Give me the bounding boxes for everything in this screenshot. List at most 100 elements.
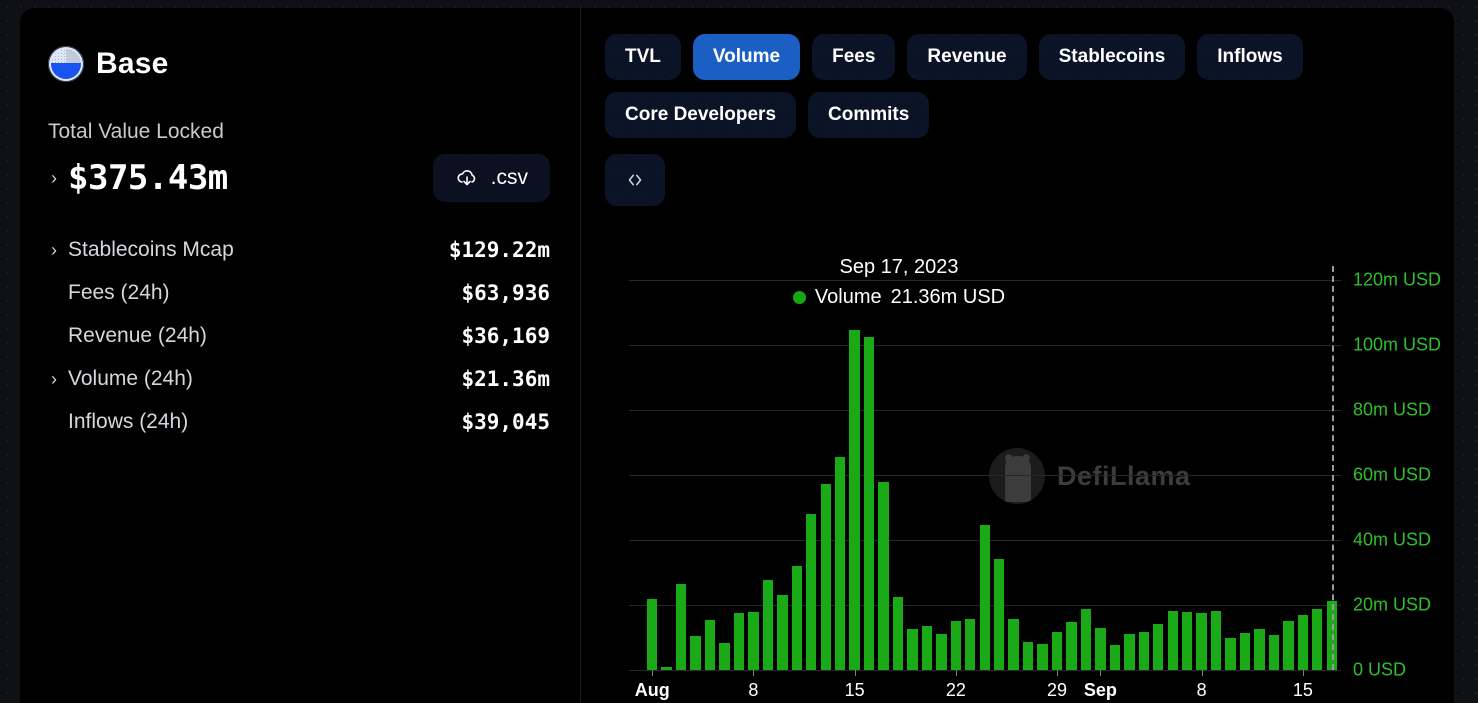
y-axis-tick-label: 120m USD xyxy=(1353,269,1442,290)
chart-bar[interactable] xyxy=(1196,613,1207,670)
embed-code-icon xyxy=(628,174,642,186)
x-axis-tick-label: 8 xyxy=(748,680,759,700)
chart-bar[interactable] xyxy=(892,597,904,670)
chart-bar[interactable] xyxy=(1051,631,1063,670)
chain-summary-sidebar: Base Total Value Locked › $375.43m .csv xyxy=(20,8,580,703)
tab-volume[interactable]: Volume xyxy=(692,34,801,80)
chart-bar[interactable] xyxy=(1326,600,1337,670)
chart-bar[interactable] xyxy=(1153,623,1164,670)
x-axis-tick-label: 8 xyxy=(1196,680,1207,700)
stat-label: Stablecoins Mcap xyxy=(68,237,234,261)
tab-tvl[interactable]: TVL xyxy=(605,34,681,80)
stat-row-stablecoins-mcap[interactable]: › Stablecoins Mcap $129.22m xyxy=(48,228,550,271)
chart-bar[interactable] xyxy=(1080,608,1092,670)
tab-commits[interactable]: Commits xyxy=(808,92,930,138)
chart-gridline xyxy=(629,345,1341,346)
chart-bar[interactable] xyxy=(791,566,802,670)
chart-bar[interactable] xyxy=(647,599,658,670)
chart-gridline xyxy=(629,670,1341,671)
chart-bar[interactable] xyxy=(1239,632,1251,670)
chart-bar[interactable] xyxy=(921,626,933,670)
y-axis-tick-label: 60m USD xyxy=(1353,464,1432,485)
chart-bar[interactable] xyxy=(748,611,759,670)
chart-bar[interactable] xyxy=(994,558,1005,670)
chart-bar[interactable] xyxy=(878,482,889,670)
x-axis-tick-label: 29 xyxy=(1047,680,1068,700)
chart-bar[interactable] xyxy=(1109,645,1121,670)
chart-bar[interactable] xyxy=(907,629,918,670)
stat-row-inflows-24h: Inflows (24h) $39,045 xyxy=(48,400,550,443)
chart-bar[interactable] xyxy=(1167,611,1178,670)
chart-bar[interactable] xyxy=(1254,628,1265,670)
chart-bar[interactable] xyxy=(806,514,817,670)
chart-bar[interactable] xyxy=(762,579,774,670)
chart-bar[interactable] xyxy=(820,484,831,670)
chevron-right-icon[interactable]: › xyxy=(46,241,62,259)
x-axis-tick-mark xyxy=(1057,670,1059,676)
chart-bar[interactable] xyxy=(1268,634,1280,670)
x-axis-tick-mark xyxy=(1201,670,1203,676)
chart-bar[interactable] xyxy=(1066,621,1077,670)
chart-bar[interactable] xyxy=(690,635,701,670)
x-axis-tick-label: Aug xyxy=(634,680,670,700)
y-axis-tick-label: 40m USD xyxy=(1353,529,1432,550)
chart-bar[interactable] xyxy=(1297,614,1309,670)
stat-row-volume-24h[interactable]: › Volume (24h) $21.36m xyxy=(48,357,550,400)
tab-inflows[interactable]: Inflows xyxy=(1197,34,1303,80)
tvl-value: $375.43m xyxy=(68,158,228,198)
chart-bar[interactable] xyxy=(1210,610,1222,670)
chart-bar[interactable] xyxy=(1181,612,1193,670)
chart-bar[interactable] xyxy=(1037,644,1048,670)
chart-bar[interactable] xyxy=(965,618,976,670)
embed-code-button[interactable] xyxy=(605,154,665,206)
chart-bar[interactable] xyxy=(863,336,875,670)
chart-bar[interactable] xyxy=(950,620,962,670)
chart-bar[interactable] xyxy=(675,583,687,670)
defillama-logo-icon xyxy=(989,448,1045,504)
tab-stablecoins[interactable]: Stablecoins xyxy=(1038,34,1186,80)
tvl-left[interactable]: › $375.43m xyxy=(46,158,228,198)
chart-bar[interactable] xyxy=(719,643,730,670)
tooltip-series-label: Volume xyxy=(814,286,882,308)
chart-bar[interactable] xyxy=(1225,637,1236,670)
stat-row-revenue-24h: Revenue (24h) $36,169 xyxy=(48,314,550,357)
chevron-right-icon[interactable]: › xyxy=(46,370,62,388)
defillama-watermark: DefiLlama xyxy=(989,448,1191,504)
download-csv-label: .csv xyxy=(490,166,528,189)
x-axis-tick-label: 22 xyxy=(945,680,966,700)
metric-tabs: TVL Volume Fees Revenue Stablecoins Infl… xyxy=(605,34,1335,138)
chart-bar[interactable] xyxy=(1312,608,1323,670)
download-csv-button[interactable]: .csv xyxy=(432,154,550,202)
tvl-label: Total Value Locked xyxy=(48,120,224,143)
base-logo-icon xyxy=(48,46,84,82)
chart-bar[interactable] xyxy=(1095,628,1106,670)
series-color-dot-icon xyxy=(792,291,806,304)
chart-bar[interactable] xyxy=(979,525,990,670)
chart-bar[interactable] xyxy=(704,619,716,670)
chart-bar[interactable] xyxy=(834,457,846,670)
chart-bar[interactable] xyxy=(661,667,672,670)
chevron-right-icon[interactable]: › xyxy=(46,169,62,187)
tab-revenue[interactable]: Revenue xyxy=(907,34,1027,80)
tab-fees[interactable]: Fees xyxy=(812,34,896,80)
chart-bar[interactable] xyxy=(777,594,788,670)
chart-bar[interactable] xyxy=(936,633,947,670)
chart-bar[interactable] xyxy=(1138,631,1149,670)
chart-bar[interactable] xyxy=(1124,634,1135,670)
page-title: Base xyxy=(96,47,169,80)
chart-bar[interactable] xyxy=(1022,642,1034,670)
chart-bar[interactable] xyxy=(849,330,860,670)
x-axis-tick-mark xyxy=(753,670,755,676)
stat-value: $129.22m xyxy=(448,237,550,262)
chart-bar[interactable] xyxy=(733,613,745,670)
chart-bar[interactable] xyxy=(1008,619,1019,670)
tab-core-developers[interactable]: Core Developers xyxy=(605,92,797,138)
chart-tooltip: Sep 17, 2023 Volume 21.36m USD xyxy=(689,254,1109,309)
x-axis-tick-label: 15 xyxy=(844,680,865,700)
stat-label: Fees (24h) xyxy=(68,280,170,304)
chain-overview-card: Base Total Value Locked › $375.43m .csv xyxy=(20,8,1454,703)
x-axis-tick-mark xyxy=(652,670,654,676)
chart-bar[interactable] xyxy=(1283,621,1294,670)
stat-value: $39,045 xyxy=(461,409,550,434)
stat-value: $63,936 xyxy=(461,280,550,305)
